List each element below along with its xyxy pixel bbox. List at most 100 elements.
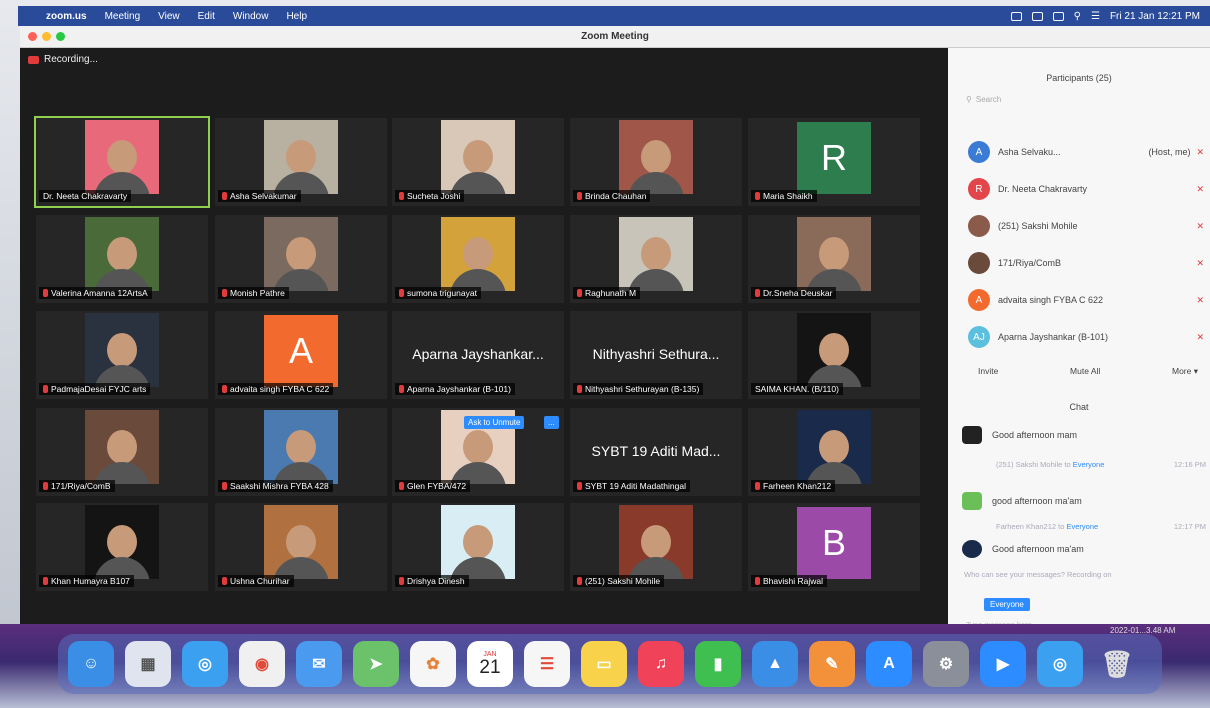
control-center-icon[interactable]: ☰	[1091, 11, 1100, 22]
safari-icon[interactable]: ◎	[182, 641, 228, 687]
zoom-icon[interactable]: ▶	[980, 641, 1026, 687]
participant-tile[interactable]: SAIMA KHAN. (B/110)	[748, 311, 920, 399]
participant-tile[interactable]: (251) Sakshi Mohile	[570, 503, 742, 591]
participant-tile[interactable]: sumona trigunayat	[392, 215, 564, 303]
name-label: Dr. Neeta Chakravarty	[39, 190, 132, 202]
participant-tile[interactable]: Dr. Neeta Chakravarty	[34, 116, 210, 208]
chrome-icon[interactable]: ◉	[239, 641, 285, 687]
participant-search-input[interactable]: ⚲ Search	[948, 83, 1210, 104]
menu-window[interactable]: Window	[233, 11, 269, 22]
ask-to-unmute-button[interactable]: Ask to Unmute	[464, 416, 525, 429]
numbers-icon[interactable]: ▮	[695, 641, 741, 687]
participant-tile[interactable]: Aparna Jayshankar... Aparna Jayshankar (B…	[392, 311, 564, 399]
participant-row[interactable]: 171/Riya/ComB ✕	[968, 249, 1204, 277]
chat-meta: (251) Sakshi Mohile to Everyone 12:16 PM	[996, 460, 1206, 469]
zoom-button[interactable]	[56, 32, 65, 41]
participant-tile[interactable]: Aadvaita singh FYBA C 622	[215, 311, 387, 399]
participant-tile[interactable]: Brinda Chauhan	[570, 118, 742, 206]
photos-icon[interactable]: ✿	[410, 641, 456, 687]
participant-tile[interactable]: R Maria Shaikh	[748, 118, 920, 206]
close-button[interactable]	[28, 32, 37, 41]
participant-tile[interactable]: Saakshi Mishra FYBA 428	[215, 408, 387, 496]
participant-tile[interactable]: B Bhavishi Rajwal	[748, 503, 920, 591]
finder-icon[interactable]: ☺	[68, 641, 114, 687]
trash-icon[interactable]: 🗑	[1094, 641, 1140, 687]
notes-icon[interactable]: ▭	[581, 641, 627, 687]
participant-row[interactable]: AJ Aparna Jayshankar (B-101) ✕	[968, 323, 1204, 351]
keynote-icon[interactable]: ▲	[752, 641, 798, 687]
participant-tile[interactable]: Sucheta Joshi	[392, 118, 564, 206]
participant-tile[interactable]: Monish Pathre	[215, 215, 387, 303]
system-preferences-icon[interactable]: ⚙	[923, 641, 969, 687]
clock[interactable]: Fri 21 Jan 12:21 PM	[1110, 11, 1200, 22]
video-feed	[619, 504, 693, 579]
mail-icon[interactable]: ✉	[296, 641, 342, 687]
chat-visibility-note[interactable]: Who can see your messages? Recording on	[964, 570, 1112, 579]
app-store-icon[interactable]: A	[866, 641, 912, 687]
video-feed	[264, 119, 338, 194]
maps-icon[interactable]: ➤	[353, 641, 399, 687]
muted-mic-icon[interactable]: ✕	[1196, 184, 1204, 195]
participant-name: 171/Riya/ComB	[51, 481, 111, 491]
muted-mic-icon[interactable]: ✕	[1196, 332, 1204, 343]
more-options-button[interactable]: ...	[544, 416, 559, 429]
participant-tile[interactable]: Raghunath M	[570, 215, 742, 303]
participant-name: Dr. Neeta Chakravarty	[43, 191, 128, 201]
participant-tile[interactable]: PadmajaDesai FYJC arts	[36, 311, 208, 399]
minimize-button[interactable]	[42, 32, 51, 41]
battery-icon[interactable]	[1052, 11, 1064, 21]
participant-row[interactable]: R Dr. Neeta Chakravarty ✕	[968, 175, 1204, 203]
menu-meeting[interactable]: Meeting	[105, 11, 141, 22]
muted-mic-icon[interactable]: ✕	[1196, 221, 1204, 232]
participant-tile[interactable]: SYBT 19 Aditi Mad... SYBT 19 Aditi Madath…	[570, 408, 742, 496]
participant-tile[interactable]: Nithyashri Sethura... Nithyashri Sethuray…	[570, 311, 742, 399]
participant-row[interactable]: Aadvaita singh FYBA C 622 ✕	[968, 286, 1204, 314]
zoom-status-icon[interactable]	[1010, 11, 1022, 21]
muted-mic-icon	[755, 192, 760, 200]
menu-view[interactable]: View	[158, 11, 180, 22]
participant-name: Farheen Khan212	[763, 481, 832, 491]
search-icon[interactable]: ⚲	[1074, 11, 1081, 22]
calendar-icon[interactable]: JAN 21	[467, 641, 513, 687]
chat-time: 12:16 PM	[1173, 460, 1206, 469]
video-feed	[797, 312, 871, 387]
participant-tile[interactable]: Ask to Unmute... Glen FYBA/472	[392, 408, 564, 496]
participant-tile[interactable]: Khan Humayra B107	[36, 503, 208, 591]
participant-tile[interactable]: 171/Riya/ComB	[36, 408, 208, 496]
launchpad-icon[interactable]: ▦	[125, 641, 171, 687]
participant-row[interactable]: A Asha Selvaku... (Host, me) ✕	[968, 138, 1204, 166]
mute-all-button[interactable]: Mute All	[1070, 366, 1100, 377]
video-feed	[264, 504, 338, 579]
muted-mic-icon[interactable]: ✕	[1196, 295, 1204, 306]
face	[641, 525, 671, 560]
name-label: Maria Shaikh	[751, 190, 817, 202]
video-feed	[85, 504, 159, 579]
participant-row[interactable]: (251) Sakshi Mohile ✕	[968, 212, 1204, 240]
screen-icon[interactable]	[1031, 11, 1043, 21]
invite-button[interactable]: Invite	[978, 366, 998, 377]
face	[641, 237, 671, 272]
face	[819, 430, 849, 465]
participant-tile[interactable]: Farheen Khan212	[748, 408, 920, 496]
menu-edit[interactable]: Edit	[198, 11, 215, 22]
participant-tile[interactable]: Valerina Amanna 12ArtsA	[36, 215, 208, 303]
participant-tile[interactable]: Ushna Churihar	[215, 503, 387, 591]
chat-meta: Farheen Khan212 to Everyone 12:17 PM	[996, 522, 1206, 531]
menu-help[interactable]: Help	[286, 11, 307, 22]
recording-indicator[interactable]: Recording...	[28, 54, 98, 65]
music-icon[interactable]: ♫	[638, 641, 684, 687]
muted-mic-icon[interactable]: ✕	[1196, 258, 1204, 269]
participant-name: Monish Pathre	[230, 288, 285, 298]
reminders-icon[interactable]: ☰	[524, 641, 570, 687]
pages-icon[interactable]: ✎	[809, 641, 855, 687]
video-feed	[619, 119, 693, 194]
muted-mic-icon[interactable]: ✕	[1196, 147, 1204, 158]
more-button[interactable]: More ▾	[1172, 366, 1198, 377]
safari-icon[interactable]: ◎	[1037, 641, 1083, 687]
participant-tile[interactable]: Dr.Sneha Deuskar	[748, 215, 920, 303]
app-menu[interactable]: zoom.us	[46, 11, 87, 22]
chat-recipient-select[interactable]: Everyone	[984, 598, 1030, 611]
participant-tile[interactable]: Drishya Dinesh	[392, 503, 564, 591]
muted-mic-icon	[222, 289, 227, 297]
participant-tile[interactable]: Asha Selvakumar	[215, 118, 387, 206]
